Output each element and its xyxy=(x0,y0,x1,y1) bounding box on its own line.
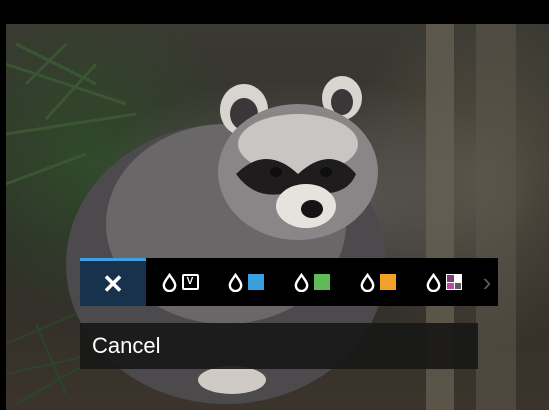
filter-mixed-button[interactable] xyxy=(410,258,476,306)
grid-swatch-icon xyxy=(446,274,462,290)
drop-icon xyxy=(426,272,441,292)
close-icon: ✕ xyxy=(102,268,124,299)
cancel-tool-button[interactable]: ✕ xyxy=(80,258,146,306)
filter-blue-button[interactable] xyxy=(212,258,278,306)
filter-toolbar: ✕ V › xyxy=(80,258,498,306)
drop-icon xyxy=(228,272,243,292)
orange-swatch-icon xyxy=(380,274,396,290)
filter-vivid-button[interactable]: V xyxy=(146,258,212,306)
blue-swatch-icon xyxy=(248,274,264,290)
green-swatch-icon xyxy=(314,274,330,290)
selected-option-label: Cancel xyxy=(80,323,478,369)
chevron-right-icon[interactable]: › xyxy=(476,258,498,306)
drop-icon xyxy=(360,272,375,292)
filter-orange-button[interactable] xyxy=(344,258,410,306)
cancel-label: Cancel xyxy=(92,333,161,358)
filter-green-button[interactable] xyxy=(278,258,344,306)
top-black-bar xyxy=(0,0,549,24)
drop-icon xyxy=(294,272,309,292)
vivid-icon: V xyxy=(181,274,199,290)
drop-icon xyxy=(162,272,176,292)
